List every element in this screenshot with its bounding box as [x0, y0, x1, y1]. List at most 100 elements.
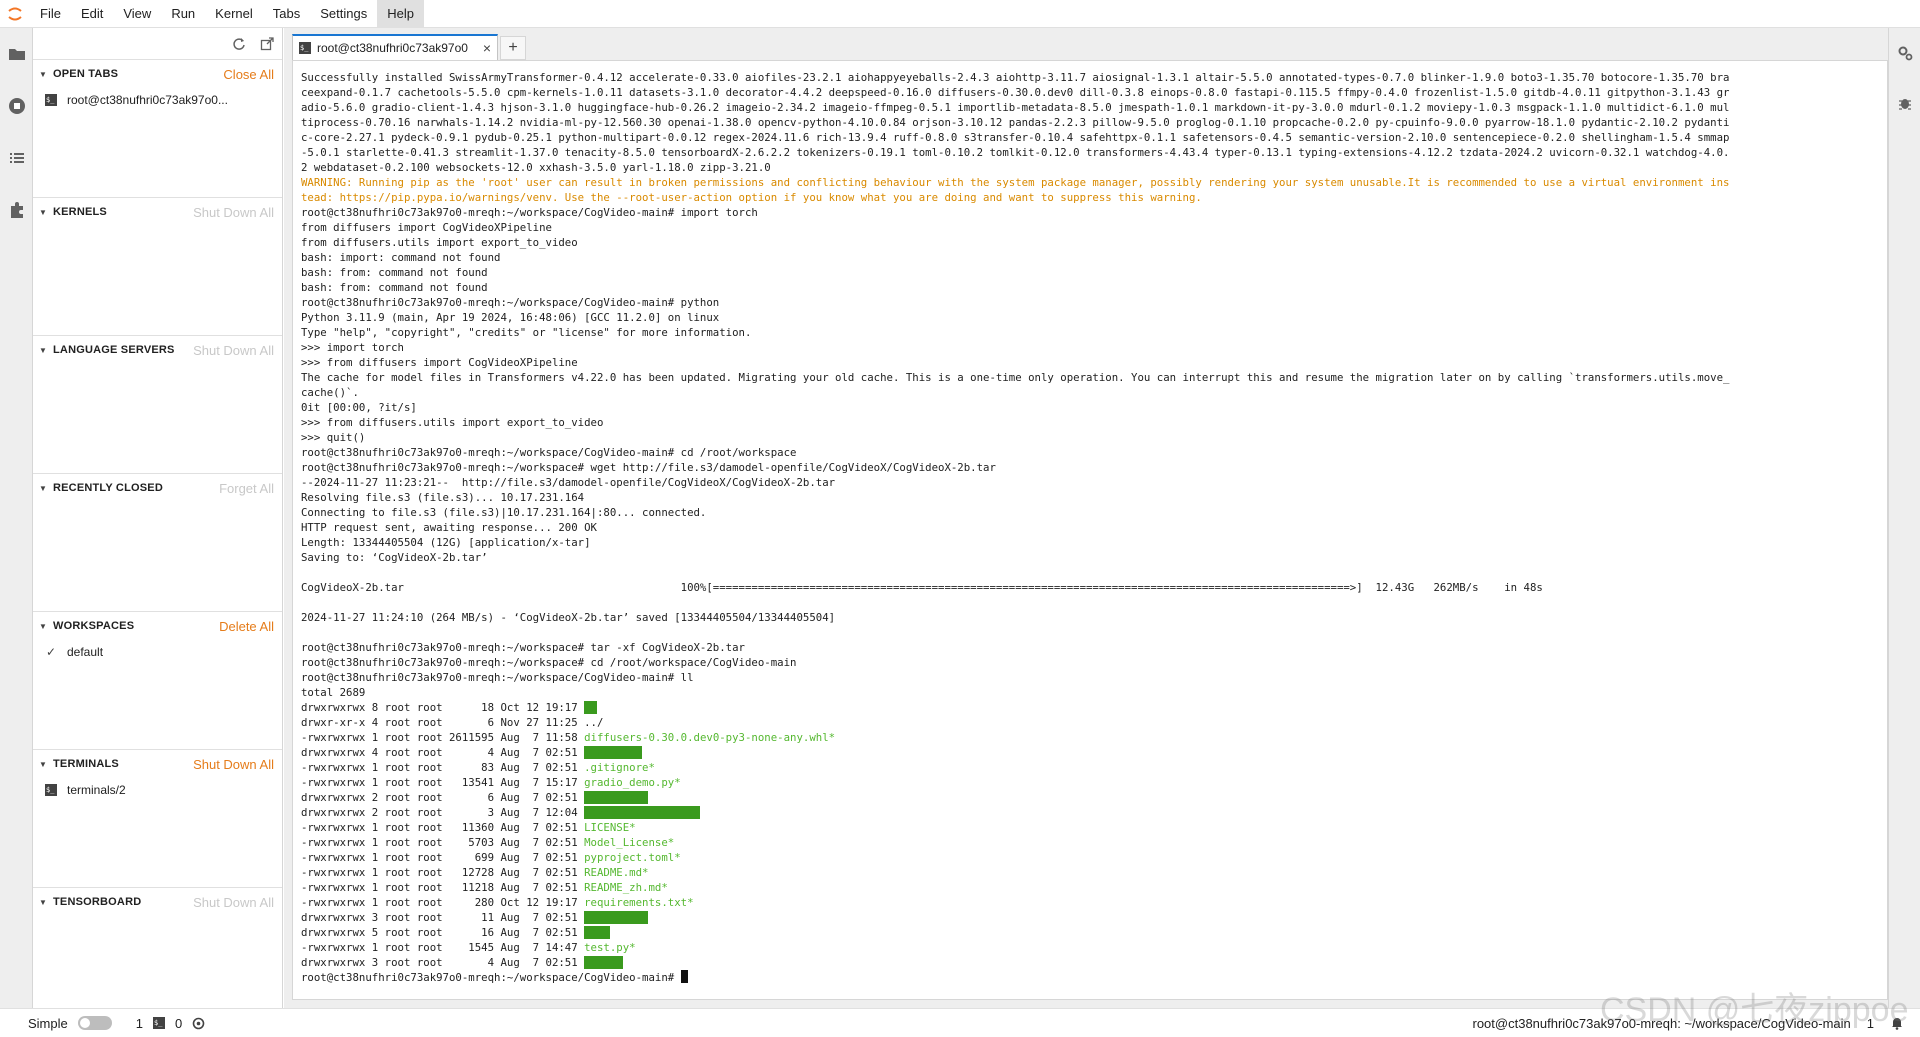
caret-down-icon[interactable]: ▼	[39, 898, 53, 907]
terminal-line: -rwxrwxrwx 1 root root 2611595 Aug 7 11:…	[301, 730, 1871, 745]
file-name: README.md*	[584, 866, 649, 879]
menu-run[interactable]: Run	[161, 0, 205, 28]
section-action-button[interactable]: Shut Down All	[193, 205, 274, 220]
section-workspaces: ▼ WORKSPACES Delete All ✓ default	[33, 612, 282, 750]
running-stop-icon[interactable]	[0, 80, 33, 132]
terminal-line-text: CogVideoX-2b.tar 100%[==================…	[301, 581, 1543, 594]
file-name: diffusers-0.30.0.dev0-py3-none-any.whl*	[584, 731, 836, 744]
terminal-line: >>> from diffusers import CogVideoXPipel…	[301, 355, 1871, 370]
section-header-kernels[interactable]: ▼ KERNELS Shut Down All	[33, 198, 282, 226]
terminal-line-text: drwxrwxrwx 3 root root 11 Aug 7 02:51	[301, 911, 585, 924]
menu-view[interactable]: View	[113, 0, 161, 28]
csdn-watermark: CSDN @七夜zippoe	[1600, 991, 1909, 1029]
menu-kernel[interactable]: Kernel	[205, 0, 263, 28]
terminal-panel[interactable]: Successfully installed SwissArmyTransfor…	[292, 60, 1888, 1000]
section-title: RECENTLY CLOSED	[53, 482, 163, 494]
terminal-line: drwxrwxrwx 2 root root 3 Aug 7 12:04 ipy…	[301, 805, 1871, 820]
property-inspector-gears-icon[interactable]	[1889, 28, 1920, 78]
jupyter-logo-icon[interactable]	[0, 0, 30, 28]
terminal-output[interactable]: Successfully installed SwissArmyTransfor…	[301, 70, 1871, 985]
terminal-line: root@ct38nufhri0c73ak97o0-mreqh:~/worksp…	[301, 445, 1871, 460]
file-name: ../	[584, 716, 604, 729]
section-action-button[interactable]: Shut Down All	[193, 757, 274, 772]
terminal-line-text: root@ct38nufhri0c73ak97o0-mreqh:~/worksp…	[301, 641, 745, 654]
terminal-line: drwxrwxrwx 8 root root 18 Oct 12 19:17 .…	[301, 700, 1871, 715]
left-activity-bar	[0, 28, 33, 1008]
main-dock-area: $_ root@ct38nufhri0c73ak97o0 × + Success…	[284, 28, 1888, 1008]
refresh-icon[interactable]	[232, 37, 246, 51]
tab-terminal[interactable]: $_ root@ct38nufhri0c73ak97o0 ×	[292, 34, 498, 60]
file-name: tools/	[584, 956, 623, 969]
terminal-line-text: -rwxrwxrwx 1 root root 1545 Aug 7 14:47	[301, 941, 585, 954]
section-title: TENSORBOARD	[53, 896, 142, 908]
section-body: $_ terminals/2	[33, 778, 282, 887]
kernel-settings-icon[interactable]	[192, 1017, 205, 1030]
section-recently-closed: ▼ RECENTLY CLOSED Forget All	[33, 474, 282, 612]
debugger-bug-icon[interactable]	[1889, 78, 1920, 128]
section-action-button[interactable]: Forget All	[219, 481, 274, 496]
panel-toolbar	[33, 28, 282, 60]
terminal-count[interactable]: 0	[175, 1016, 182, 1031]
menu-bar: File Edit View Run Kernel Tabs Settings Help	[0, 0, 1920, 28]
caret-down-icon[interactable]: ▼	[39, 622, 53, 631]
section-action-button[interactable]: Close All	[223, 67, 274, 82]
list-item[interactable]: $_ root@ct38nufhri0c73ak97o0...	[33, 88, 282, 112]
section-body: ✓ default	[33, 640, 282, 749]
extension-puzzle-icon[interactable]	[0, 184, 33, 236]
terminal-line-text: ceexpand-0.1.7 cachetools-5.5.0 cpm-kern…	[301, 86, 1730, 99]
file-name: sat/	[584, 926, 610, 939]
terminal-line: -rwxrwxrwx 1 root root 5703 Aug 7 02:51 …	[301, 835, 1871, 850]
menu-file[interactable]: File	[30, 0, 71, 28]
terminal-line: c-core-2.27.1 pydeck-0.9.1 pydub-0.25.1 …	[301, 130, 1871, 145]
terminal-line-text: from diffusers.utils import export_to_vi…	[301, 236, 578, 249]
caret-down-icon[interactable]: ▼	[39, 484, 53, 493]
terminal-line-text: root@ct38nufhri0c73ak97o0-mreqh:~/worksp…	[301, 971, 681, 984]
file-name: finetune/	[584, 746, 643, 759]
section-header-language-servers[interactable]: ▼ LANGUAGE SERVERS Shut Down All	[33, 336, 282, 364]
terminal-line: from diffusers.utils import export_to_vi…	[301, 235, 1871, 250]
list-item[interactable]: ✓ default	[33, 640, 282, 664]
terminal-line: 2 webdataset-0.2.100 websockets-12.0 xxh…	[301, 160, 1871, 175]
file-name: test.py*	[584, 941, 636, 954]
close-icon[interactable]: ×	[483, 40, 491, 56]
open-external-icon[interactable]	[260, 36, 274, 51]
section-header-recently-closed[interactable]: ▼ RECENTLY CLOSED Forget All	[33, 474, 282, 502]
kernel-count[interactable]: 1	[136, 1016, 143, 1031]
caret-down-icon[interactable]: ▼	[39, 70, 53, 79]
caret-down-icon[interactable]: ▼	[39, 760, 53, 769]
terminal-line-text: WARNING: Running pip as the 'root' user …	[301, 176, 1730, 189]
section-terminals: ▼ TERMINALS Shut Down All $_ terminals/2	[33, 750, 282, 888]
section-header-open-tabs[interactable]: ▼ OPEN TABS Close All	[33, 60, 282, 88]
menu-edit[interactable]: Edit	[71, 0, 113, 28]
terminal-line: Length: 13344405504 (12G) [application/x…	[301, 535, 1871, 550]
section-action-button[interactable]: Shut Down All	[193, 343, 274, 358]
folder-icon[interactable]	[0, 28, 33, 80]
menu-settings[interactable]: Settings	[310, 0, 377, 28]
terminal-line-text: Saving to: ‘CogVideoX-2b.tar’	[301, 551, 488, 564]
terminal-line-text: HTTP request sent, awaiting response... …	[301, 521, 597, 534]
terminal-line-text: 2024-11-27 11:24:10 (264 MB/s) - ‘CogVid…	[301, 611, 836, 624]
section-header-workspaces[interactable]: ▼ WORKSPACES Delete All	[33, 612, 282, 640]
section-header-tensorboard[interactable]: ▼ TENSORBOARD Shut Down All	[33, 888, 282, 916]
file-name: .gitignore*	[584, 761, 655, 774]
caret-down-icon[interactable]: ▼	[39, 346, 53, 355]
terminal-line-text: adio-5.6.0 gradio-client-1.4.3 hjson-3.1…	[301, 101, 1730, 114]
table-of-contents-icon[interactable]	[0, 132, 33, 184]
menu-help[interactable]: Help	[377, 0, 424, 28]
list-item[interactable]: $_ terminals/2	[33, 778, 282, 802]
section-action-button[interactable]: Delete All	[219, 619, 274, 634]
section-header-terminals[interactable]: ▼ TERMINALS Shut Down All	[33, 750, 282, 778]
terminal-line: 2024-11-27 11:24:10 (264 MB/s) - ‘CogVid…	[301, 610, 1871, 625]
terminal-line: root@ct38nufhri0c73ak97o0-mreqh:~/worksp…	[301, 655, 1871, 670]
terminal-line: from diffusers import CogVideoXPipeline	[301, 220, 1871, 235]
add-tab-icon[interactable]: +	[500, 36, 526, 60]
terminal-line: tead: https://pip.pypa.io/warnings/venv.…	[301, 190, 1871, 205]
caret-down-icon[interactable]: ▼	[39, 208, 53, 217]
section-action-button[interactable]: Shut Down All	[193, 895, 274, 910]
terminal-icon: $_	[299, 42, 311, 54]
terminal-line: >>> import torch	[301, 340, 1871, 355]
terminal-line-text: >>> from diffusers.utils import export_t…	[301, 416, 604, 429]
menu-tabs[interactable]: Tabs	[263, 0, 310, 28]
simple-mode-toggle[interactable]	[77, 1016, 112, 1030]
